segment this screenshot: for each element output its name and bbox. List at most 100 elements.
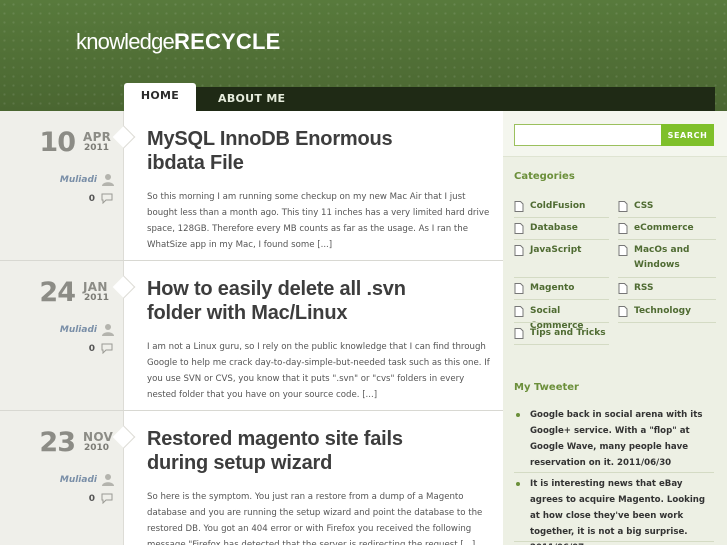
category-label: CSS: [634, 201, 654, 211]
comment-bubble-icon: [101, 193, 113, 204]
post-title-line1: How to easily delete all .svn: [147, 278, 406, 300]
post-meta: 10 APR 2011 Muliadi 0: [0, 111, 136, 260]
file-icon: [618, 245, 628, 256]
category-label: Technology: [634, 306, 691, 316]
tweet-item: Google back in social arena with its Goo…: [516, 407, 716, 471]
comment-bubble-icon: [101, 343, 113, 354]
file-icon: [514, 245, 524, 256]
nav-tab-about-me[interactable]: ABOUT ME: [218, 87, 285, 111]
logo-light-text: knowledge: [76, 29, 175, 54]
post-date-year: 2010: [84, 443, 110, 453]
post-date-month: NOV: [83, 430, 114, 444]
meta-notch: [112, 425, 136, 449]
post-title-link[interactable]: MySQL InnoDB Enormous ibdata File: [147, 127, 487, 175]
post-meta: 23 NOV 2010 Muliadi 0: [0, 411, 136, 545]
divider: [514, 217, 609, 218]
file-icon: [514, 306, 524, 317]
divider: [618, 239, 716, 240]
category-technology[interactable]: Technology: [618, 304, 715, 319]
post-excerpt: I am not a Linux guru, so I rely on the …: [147, 342, 490, 400]
divider: [514, 541, 714, 542]
logo-bold-text: RECYCLE: [174, 29, 281, 54]
file-icon: [514, 201, 524, 212]
post-date-month: JAN: [83, 280, 108, 294]
post-comment-count[interactable]: 0: [89, 344, 95, 354]
post-author-link[interactable]: Muliadi: [60, 325, 97, 335]
post-title-line2: folder with Mac/Linux: [147, 302, 348, 324]
post-date-year: 2011: [84, 293, 110, 303]
category-label: ColdFusion: [530, 201, 586, 211]
comment-bubble-icon: [101, 493, 113, 504]
post-comment-count[interactable]: 0: [89, 494, 95, 504]
sidebar: SEARCH Categories ColdFusion CSS Databas…: [503, 111, 727, 545]
post-author-link[interactable]: Muliadi: [60, 175, 97, 185]
file-icon: [514, 283, 524, 294]
search-button[interactable]: SEARCH: [661, 124, 714, 146]
search-box: SEARCH: [503, 111, 727, 157]
post-date-year: 2011: [84, 143, 110, 153]
category-macos-and-windows[interactable]: MacOs and Windows: [618, 243, 715, 273]
post-date-day: 24: [39, 277, 76, 308]
post-meta: 24 JAN 2011 Muliadi 0: [0, 261, 136, 410]
post-item: 10 APR 2011 Muliadi 0 MySQL InnoDB Enorm…: [0, 111, 503, 261]
divider: [514, 472, 714, 473]
divider: [514, 322, 609, 323]
post-date-day: 10: [39, 127, 76, 158]
divider: [514, 299, 609, 300]
user-icon: [102, 174, 114, 186]
divider: [618, 299, 716, 300]
file-icon: [618, 283, 628, 294]
file-icon: [618, 306, 628, 317]
bullet-icon: [516, 413, 520, 417]
main-nav-bar: [124, 87, 715, 111]
category-ecommerce[interactable]: eCommerce: [618, 221, 715, 236]
post-item: 24 JAN 2011 Muliadi 0 How to easily dele…: [0, 261, 503, 411]
tweet-text: Google back in social arena with its Goo…: [530, 410, 703, 468]
user-icon: [102, 474, 114, 486]
file-icon: [618, 223, 628, 234]
divider: [618, 277, 716, 278]
category-database[interactable]: Database: [514, 221, 611, 236]
divider: [514, 277, 609, 278]
category-magento[interactable]: Magento: [514, 281, 611, 296]
category-javascript[interactable]: JavaScript: [514, 243, 611, 258]
meta-notch: [112, 125, 136, 149]
nav-tab-home[interactable]: HOME: [124, 83, 196, 111]
category-label: JavaScript: [530, 245, 582, 255]
post-title-line1: Restored magento site fails: [147, 428, 403, 450]
category-coldfusion[interactable]: ColdFusion: [514, 199, 611, 214]
post-excerpt: So here is the symptom. You just ran a r…: [147, 492, 483, 545]
category-label: Magento: [530, 283, 575, 293]
post-title-line2: during setup wizard: [147, 452, 333, 474]
categories-heading: Categories: [514, 171, 575, 182]
post-list: 10 APR 2011 Muliadi 0 MySQL InnoDB Enorm…: [0, 111, 503, 545]
file-icon: [618, 201, 628, 212]
divider: [618, 217, 716, 218]
post-item: 23 NOV 2010 Muliadi 0 Restored magento s…: [0, 411, 503, 545]
meta-notch: [112, 275, 136, 299]
post-comment-count[interactable]: 0: [89, 194, 95, 204]
user-icon: [102, 324, 114, 336]
file-icon: [514, 328, 524, 339]
bullet-icon: [516, 482, 520, 486]
category-tips-and-tricks[interactable]: Tips and Tricks: [514, 326, 611, 341]
category-label: Database: [530, 223, 578, 233]
post-date-month: APR: [83, 130, 112, 144]
category-label: RSS: [634, 283, 654, 293]
post-author-link[interactable]: Muliadi: [60, 475, 97, 485]
category-css[interactable]: CSS: [618, 199, 715, 214]
post-title-line2: ibdata File: [147, 152, 244, 174]
divider: [514, 344, 609, 345]
tweeter-heading: My Tweeter: [514, 382, 579, 393]
search-input[interactable]: [514, 124, 664, 146]
category-label: Tips and Tricks: [530, 328, 606, 338]
divider: [618, 322, 716, 323]
post-title-link[interactable]: Restored magento site fails during setup…: [147, 427, 487, 475]
post-excerpt: So this morning I am running some checku…: [147, 192, 490, 250]
category-rss[interactable]: RSS: [618, 281, 715, 296]
category-label: MacOs and Windows: [634, 245, 690, 270]
post-title-link[interactable]: How to easily delete all .svn folder wit…: [147, 277, 487, 325]
tweet-item: It is interesting news that eBay agrees …: [516, 476, 716, 545]
category-label: eCommerce: [634, 223, 694, 233]
site-logo[interactable]: knowledgeRECYCLE: [76, 29, 281, 57]
